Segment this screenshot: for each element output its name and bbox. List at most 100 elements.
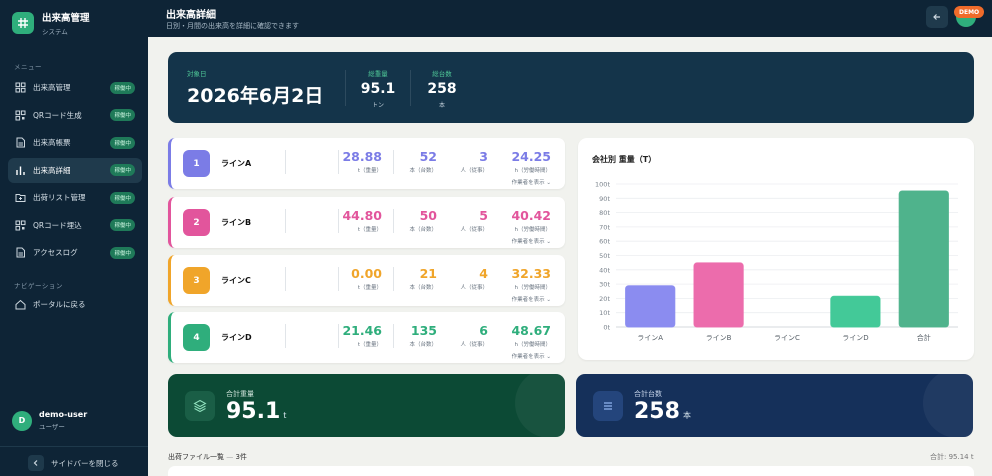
back-button[interactable] — [926, 6, 948, 28]
line-card: 1 ラインA 28.88 t（重量） 52 本（台数） 3 人（従事） 24.25 h（労働時間）… — [168, 138, 565, 189]
line-metric-hours: 48.67 h（労働時間） — [511, 323, 552, 349]
bar-4[interactable] — [830, 295, 881, 328]
sidebar-item-production[interactable]: 出来高管理 稼働中 — [8, 75, 142, 100]
line-hours-unit: h（労働時間） — [514, 285, 552, 291]
line-weight-value: 21.46 — [342, 323, 382, 338]
line-metric-weight: 21.46 t（重量） — [342, 323, 382, 349]
sidebar: 出来高管理 システム メニュー 出来高管理 稼働中 QRコード生成 稼働中 出来… — [0, 0, 148, 476]
line-hours-value: 48.67 — [511, 323, 551, 338]
total-count-label: 総台数 — [432, 70, 452, 78]
line-number-badge: 3 — [183, 267, 210, 294]
line-hours-value: 32.33 — [511, 266, 551, 281]
sidebar-item-label: 出荷リスト管理 — [33, 193, 86, 202]
line-card: 3 ラインC 0.00 t（重量） 21 本（台数） 4 人（従事） 32.33 h（労働時間） 作… — [168, 255, 565, 306]
weight-chart-card: 会社別 重量（T） 0t 10t 20t 30t 40t 50t 60t 70t 80t 90t 1… — [578, 138, 974, 360]
line-weight-unit: t（重量） — [357, 227, 382, 233]
metric-divider — [393, 209, 394, 233]
show-workers-link[interactable]: 作業者を表示 ⌄ — [512, 352, 551, 360]
bar-1[interactable] — [625, 285, 676, 328]
status-badge: 稼働中 — [110, 246, 135, 259]
total-count-card-unit: 本 — [682, 411, 691, 420]
line-weight-value: 28.88 — [342, 149, 382, 164]
bar-5[interactable] — [898, 190, 949, 328]
document-icon — [15, 137, 26, 148]
chevron-down-icon: ⌄ — [546, 297, 551, 303]
collapse-sidebar-button[interactable]: サイドバーを閉じる — [28, 455, 119, 471]
metric-divider — [338, 150, 339, 174]
line-metric-hours: 32.33 h（労働時間） — [511, 266, 552, 292]
grid-icon — [15, 82, 26, 93]
status-badge: 稼働中 — [110, 81, 135, 94]
shipping-files-title: 出荷ファイル一覧 — [168, 453, 224, 461]
header: 出来高詳細 日別・月間の出来高を詳細に確認できます DEMO — [148, 0, 992, 37]
status-badge: 稼働中 — [110, 109, 135, 121]
line-workers-unit: 人（従事） — [460, 342, 488, 348]
line-hours-unit: h（労働時間） — [514, 227, 552, 233]
user-profile[interactable]: D demo-user ユーザー — [12, 410, 87, 431]
y-tick-label: 30t — [599, 281, 610, 289]
bar-chart-icon — [15, 165, 26, 176]
line-workers-value: 5 — [479, 208, 488, 223]
metric-divider — [285, 324, 286, 348]
total-weight-label: 総重量 — [368, 70, 388, 78]
status-badge: 稼働中 — [110, 191, 135, 204]
line-name: ラインB — [221, 218, 252, 227]
sidebar-item-qr-embed[interactable]: QRコード埋込 稼働中 — [8, 213, 142, 238]
line-count-value: 50 — [419, 208, 437, 223]
bar-2[interactable] — [693, 262, 744, 328]
line-metric-hours: 40.42 h（労働時間） — [511, 208, 552, 234]
sidebar-item-label: QRコード生成 — [33, 110, 82, 120]
total-weight-card-unit: t — [283, 411, 287, 420]
total-count-card-label: 合計台数 — [634, 390, 662, 398]
line-count-unit: 本（台数） — [409, 168, 437, 174]
line-workers-unit: 人（従事） — [460, 285, 488, 291]
line-hours-unit: h（労働時間） — [514, 342, 552, 348]
sidebar-item-production-report[interactable]: 出来高帳票 稼働中 — [8, 130, 142, 155]
metric-divider — [338, 324, 339, 348]
metric-divider — [393, 267, 394, 291]
metric-divider — [285, 209, 286, 233]
show-workers-label: 作業者を表示 — [511, 297, 545, 303]
weight-bar-chart: 0t 10t 20t 30t 40t 50t 60t 70t 80t 90t 100t ラインA ライン… — [595, 181, 958, 342]
shipping-files-panel — [168, 466, 974, 476]
y-tick-label: 60t — [599, 238, 610, 246]
line-workers-value: 6 — [479, 323, 488, 338]
line-metric-count: 52 本（台数） — [409, 150, 437, 175]
user-name: demo-user — [39, 410, 88, 419]
divider — [345, 70, 346, 106]
show-workers-label: 作業者を表示 — [511, 180, 545, 186]
sidebar-item-production-detail[interactable]: 出来高詳細 稼働中 — [8, 157, 142, 183]
sidebar-item-shipping-list[interactable]: 出荷リスト管理 稼働中 — [8, 185, 142, 210]
qr-icon — [15, 220, 26, 231]
y-tick-label: 10t — [599, 309, 610, 317]
x-category-label: ラインD — [842, 334, 868, 342]
x-category-label: ラインC — [774, 334, 800, 342]
chevron-left-icon — [28, 455, 44, 471]
chevron-down-icon: ⌄ — [546, 239, 551, 245]
target-date-label: 対象日 — [187, 70, 207, 78]
show-workers-link[interactable]: 作業者を表示 ⌄ — [512, 295, 551, 303]
line-name: ラインA — [221, 159, 252, 168]
metric-divider — [393, 150, 394, 174]
line-hours-value: 40.42 — [511, 208, 551, 223]
line-workers-value: 4 — [479, 266, 488, 281]
demo-badge: DEMO — [954, 6, 985, 18]
y-tick-label: 40t — [599, 266, 610, 274]
show-workers-link[interactable]: 作業者を表示 ⌄ — [512, 178, 551, 186]
total-count-unit: 本 — [438, 102, 445, 109]
sidebar-item-portal[interactable]: ポータルに戻る — [8, 292, 142, 317]
metric-divider — [338, 267, 339, 291]
sidebar-item-label: ポータルに戻る — [33, 300, 86, 309]
metric-divider — [338, 209, 339, 233]
sidebar-nav: 出来高管理 稼働中 QRコード生成 稼働中 出来高帳票 稼働中 出来高詳細 稼働… — [8, 75, 142, 268]
sidebar-item-qr-generate[interactable]: QRコード生成 稼働中 — [8, 103, 142, 128]
total-weight-card-value: 95.1 t — [226, 399, 286, 424]
chevron-down-icon: ⌄ — [546, 180, 551, 186]
show-workers-link[interactable]: 作業者を表示 ⌄ — [512, 237, 551, 245]
line-count-unit: 本（台数） — [409, 342, 437, 348]
show-workers-label: 作業者を表示 — [511, 239, 545, 245]
sidebar-item-access-log[interactable]: アクセスログ 稼働中 — [8, 240, 142, 265]
brand-subtitle: システム — [42, 28, 68, 36]
line-metric-count: 135 本（台数） — [409, 324, 437, 349]
collapse-sidebar-label: サイドバーを閉じる — [51, 458, 119, 468]
